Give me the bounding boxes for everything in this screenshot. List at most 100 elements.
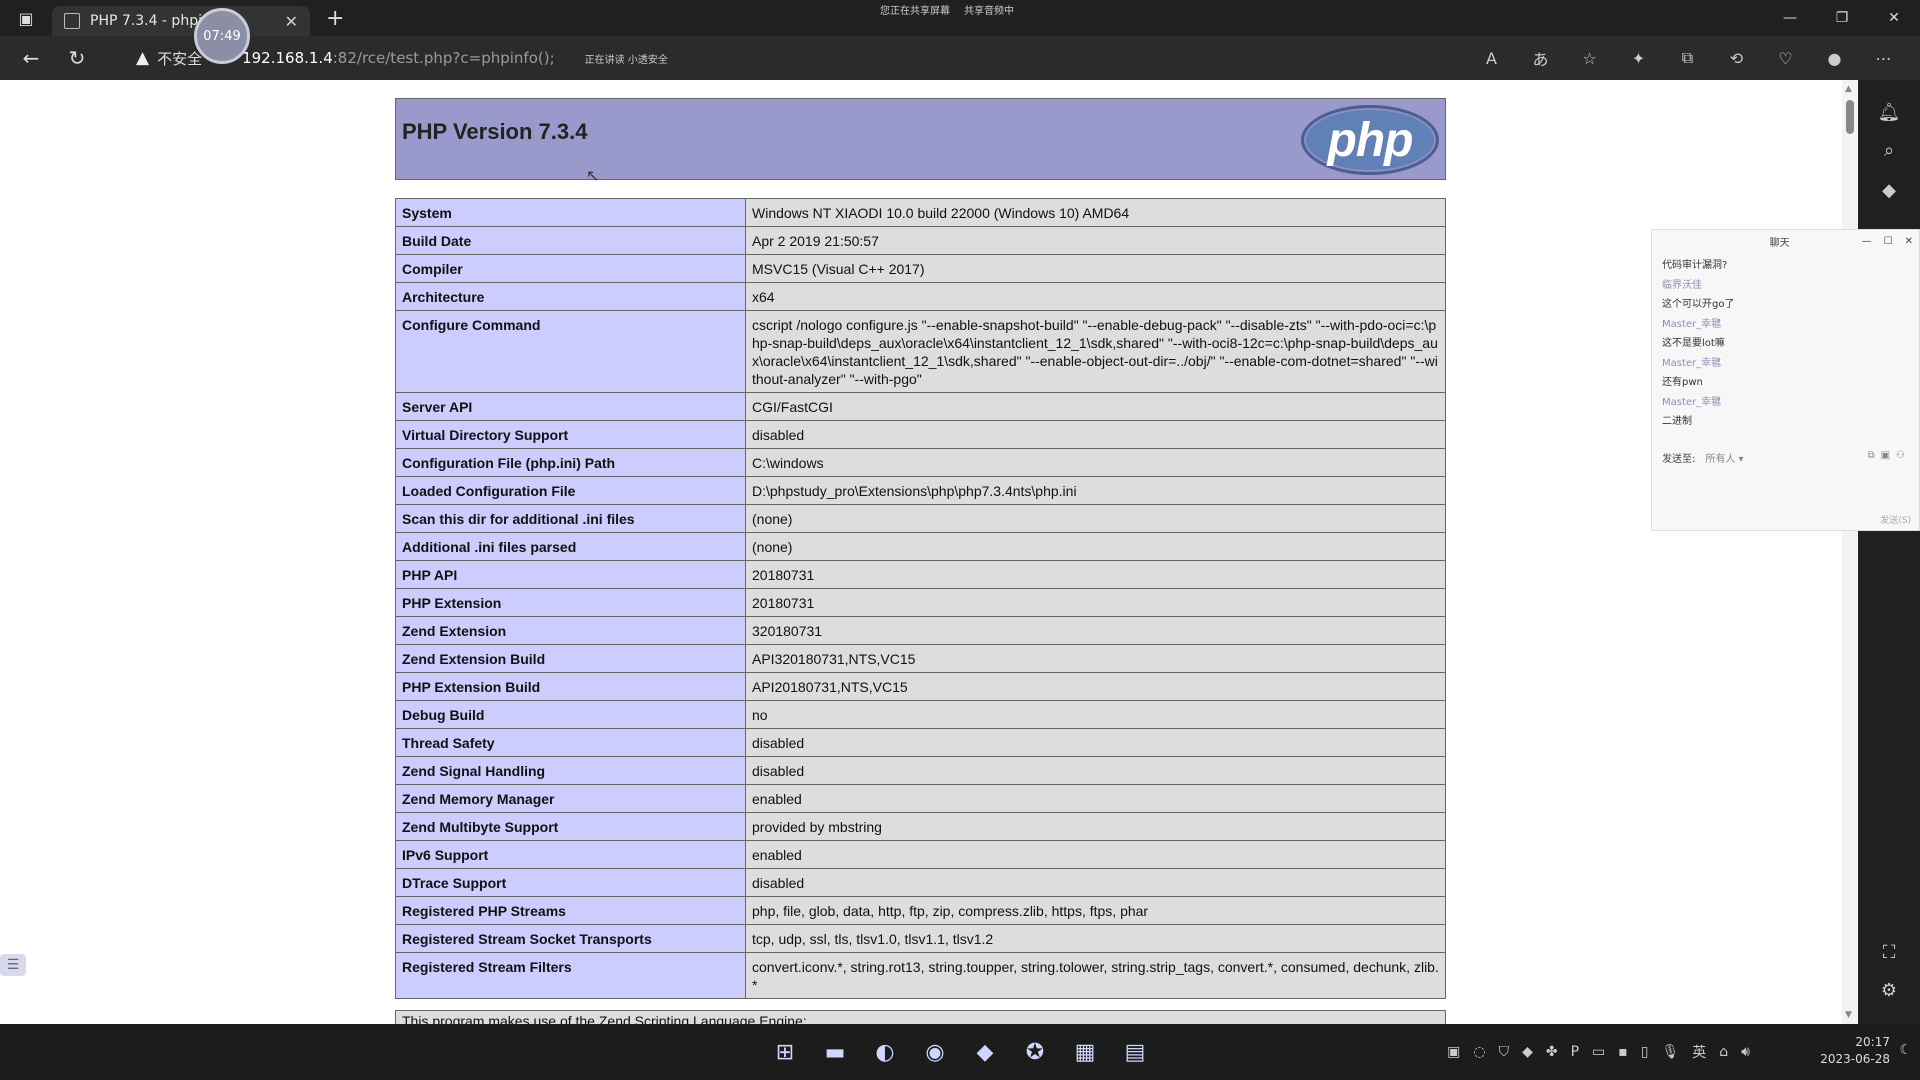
table-row: Architecture x64 bbox=[395, 282, 1446, 311]
table-row: Zend Multibyte Support provided by mbstri… bbox=[395, 812, 1446, 841]
row-value: 320180731 bbox=[745, 616, 1446, 645]
tray-app-icon[interactable]: ◆ bbox=[1522, 1044, 1533, 1060]
recording-timer[interactable]: 07:49 bbox=[194, 8, 250, 64]
row-key: PHP API bbox=[395, 560, 746, 589]
chat-message: 二进制 bbox=[1662, 416, 1692, 427]
warning-triangle-icon[interactable]: ▲ bbox=[136, 48, 149, 68]
chat-close-icon[interactable]: ✕ bbox=[1905, 236, 1913, 247]
row-key: IPv6 Support bbox=[395, 840, 746, 869]
tray-app-icon[interactable]: ✤ bbox=[1546, 1044, 1558, 1060]
row-key: PHP Extension bbox=[395, 588, 746, 617]
sidebar-toggle-icon[interactable]: ▣ bbox=[0, 0, 52, 36]
row-key: Build Date bbox=[395, 226, 746, 255]
history-icon[interactable]: ⟲ bbox=[1712, 36, 1761, 80]
chat-message: 代码审计漏洞? bbox=[1662, 260, 1728, 271]
row-value: Windows NT XIAODI 10.0 build 22000 (Wind… bbox=[745, 198, 1446, 227]
row-key: Additional .ini files parsed bbox=[395, 532, 746, 561]
table-row: Configure Command cscript /nologo configu… bbox=[395, 310, 1446, 393]
volume-icon[interactable]: 🔊︎ bbox=[1741, 1044, 1750, 1060]
chat-messages: 代码审计漏洞? 临界沃佳 这个可以开go了 Master_幸毽 这不是要lot嘛 Mast… bbox=[1652, 252, 1919, 436]
chat-send-button[interactable]: 发送(S) bbox=[1880, 513, 1911, 526]
row-key: Compiler bbox=[395, 254, 746, 283]
refresh-icon[interactable]: ↻ bbox=[54, 36, 100, 80]
scroll-up-icon[interactable]: ▲ bbox=[1845, 84, 1852, 94]
file-explorer-icon[interactable]: ▬ bbox=[820, 1037, 850, 1067]
row-value: Apr 2 2019 21:50:57 bbox=[745, 226, 1446, 255]
search-icon[interactable]: ⌕ bbox=[1858, 140, 1920, 161]
battery-icon[interactable]: ▯ bbox=[1641, 1044, 1649, 1060]
chrome-icon[interactable]: ◉ bbox=[920, 1037, 950, 1067]
back-arrow-icon[interactable]: ← bbox=[8, 36, 54, 80]
close-window-icon[interactable]: ✕ bbox=[1868, 0, 1920, 36]
row-key: Zend Signal Handling bbox=[395, 756, 746, 785]
list-icon[interactable]: ☰ bbox=[0, 954, 26, 976]
chat-minimize-icon[interactable]: — bbox=[1862, 236, 1872, 247]
heart-icon[interactable]: ♡ bbox=[1761, 36, 1810, 80]
tray-app-icon[interactable]: ◌ bbox=[1473, 1044, 1485, 1060]
translate-icon[interactable]: あ bbox=[1516, 36, 1565, 80]
close-tab-icon[interactable]: ✕ bbox=[285, 12, 298, 31]
microphone-icon[interactable]: 🎙︎ bbox=[1662, 1044, 1680, 1060]
send-to-label: 发送至: bbox=[1662, 454, 1696, 465]
chat-maximize-icon[interactable]: ☐ bbox=[1884, 236, 1893, 247]
restore-icon[interactable]: ❐ bbox=[1816, 0, 1868, 36]
window-controls: — ❐ ✕ bbox=[1764, 0, 1920, 36]
shield-icon[interactable]: ⛉ bbox=[1499, 1044, 1510, 1060]
row-value: disabled bbox=[745, 868, 1446, 897]
bell-icon[interactable]: 🔔︎ bbox=[1858, 102, 1920, 123]
scroll-down-icon[interactable]: ▼ bbox=[1845, 1010, 1852, 1020]
share-status: 您正在共享屏幕 bbox=[880, 6, 950, 17]
ime-indicator[interactable]: 英 bbox=[1692, 1042, 1706, 1062]
notification-icon[interactable]: ☾ bbox=[1899, 1042, 1912, 1058]
screen-share-banner[interactable]: 您正在共享屏幕 共享音频中 bbox=[880, 2, 1014, 17]
app-icon[interactable]: ✪ bbox=[1020, 1037, 1050, 1067]
row-key: Virtual Directory Support bbox=[395, 420, 746, 449]
clock[interactable]: 20:17 2023-06-28 bbox=[1820, 1034, 1890, 1068]
phpstorm-icon[interactable]: ▤ bbox=[1120, 1037, 1150, 1067]
chat-message: 还有pwn bbox=[1662, 377, 1703, 388]
tray-app-icon[interactable]: ▪ bbox=[1618, 1044, 1628, 1060]
table-row: Debug Build no bbox=[395, 700, 1446, 729]
tray-app-icon[interactable]: ▭ bbox=[1592, 1044, 1605, 1060]
network-icon[interactable]: ⌂ bbox=[1719, 1044, 1728, 1060]
start-icon[interactable]: ⊞ bbox=[770, 1037, 800, 1067]
vertical-scrollbar[interactable]: ▲ ▼ bbox=[1842, 80, 1858, 1024]
gear-icon[interactable]: ⚙ bbox=[1858, 980, 1920, 1001]
table-row: DTrace Support disabled bbox=[395, 868, 1446, 897]
collections-icon[interactable]: ⧉ bbox=[1663, 36, 1712, 80]
app-icon[interactable]: ▦ bbox=[1070, 1037, 1100, 1067]
security-warning[interactable]: 不安全 bbox=[157, 48, 202, 69]
row-key: Zend Extension bbox=[395, 616, 746, 645]
scroll-thumb[interactable] bbox=[1846, 100, 1854, 134]
new-tab-button[interactable]: + bbox=[326, 6, 344, 31]
row-key: Scan this dir for additional .ini files bbox=[395, 504, 746, 533]
edge-browser-icon[interactable]: ◐ bbox=[870, 1037, 900, 1067]
more-menu-icon[interactable]: ⋯ bbox=[1859, 36, 1908, 80]
clock-time: 20:17 bbox=[1855, 1035, 1890, 1049]
table-row: Zend Memory Manager enabled bbox=[395, 784, 1446, 813]
send-to-select[interactable]: 所有人 ▾ bbox=[1705, 450, 1743, 465]
tray-app-icon[interactable]: P bbox=[1571, 1044, 1579, 1060]
tag-icon[interactable]: ◆ bbox=[1858, 180, 1920, 201]
address-bar[interactable]: ▲ 不安全 192.168.1.4 :82/rce/test.php?c=php… bbox=[136, 42, 1256, 74]
minimize-icon[interactable]: — bbox=[1764, 0, 1816, 36]
extensions-icon[interactable]: ✦ bbox=[1614, 36, 1663, 80]
tray-app-icon[interactable]: ▣ bbox=[1447, 1044, 1460, 1060]
read-aloud-icon[interactable]: A bbox=[1467, 36, 1516, 80]
chat-tool-icons[interactable]: ⧉▣⚇ bbox=[1867, 450, 1911, 461]
chat-message: 这不是要lot嘛 bbox=[1662, 338, 1725, 349]
profile-avatar[interactable]: ● bbox=[1810, 36, 1859, 80]
row-key: Configuration File (php.ini) Path bbox=[395, 448, 746, 477]
php-logo[interactable]: php bbox=[1301, 105, 1439, 175]
row-value: php, file, glob, data, http, ftp, zip, c… bbox=[745, 896, 1446, 925]
table-row: Registered Stream Socket Transports tcp, … bbox=[395, 924, 1446, 953]
favorite-star-icon[interactable]: ☆ bbox=[1565, 36, 1614, 80]
tab-phpinfo[interactable]: PHP 7.3.4 - phpinfo() ✕ bbox=[52, 6, 310, 36]
screenshot-icon[interactable]: ⛶ bbox=[1858, 942, 1920, 963]
page-viewport: PHP Version 7.3.4 php System Windows NT X… bbox=[0, 80, 1858, 1024]
row-key: Configure Command bbox=[395, 310, 746, 393]
row-value: tcp, udp, ssl, tls, tlsv1.0, tlsv1.1, tl… bbox=[745, 924, 1446, 953]
app-icon[interactable]: ◆ bbox=[970, 1037, 1000, 1067]
phpinfo-container: PHP Version 7.3.4 php System Windows NT X… bbox=[395, 98, 1446, 999]
table-row: Build Date Apr 2 2019 21:50:57 bbox=[395, 226, 1446, 255]
